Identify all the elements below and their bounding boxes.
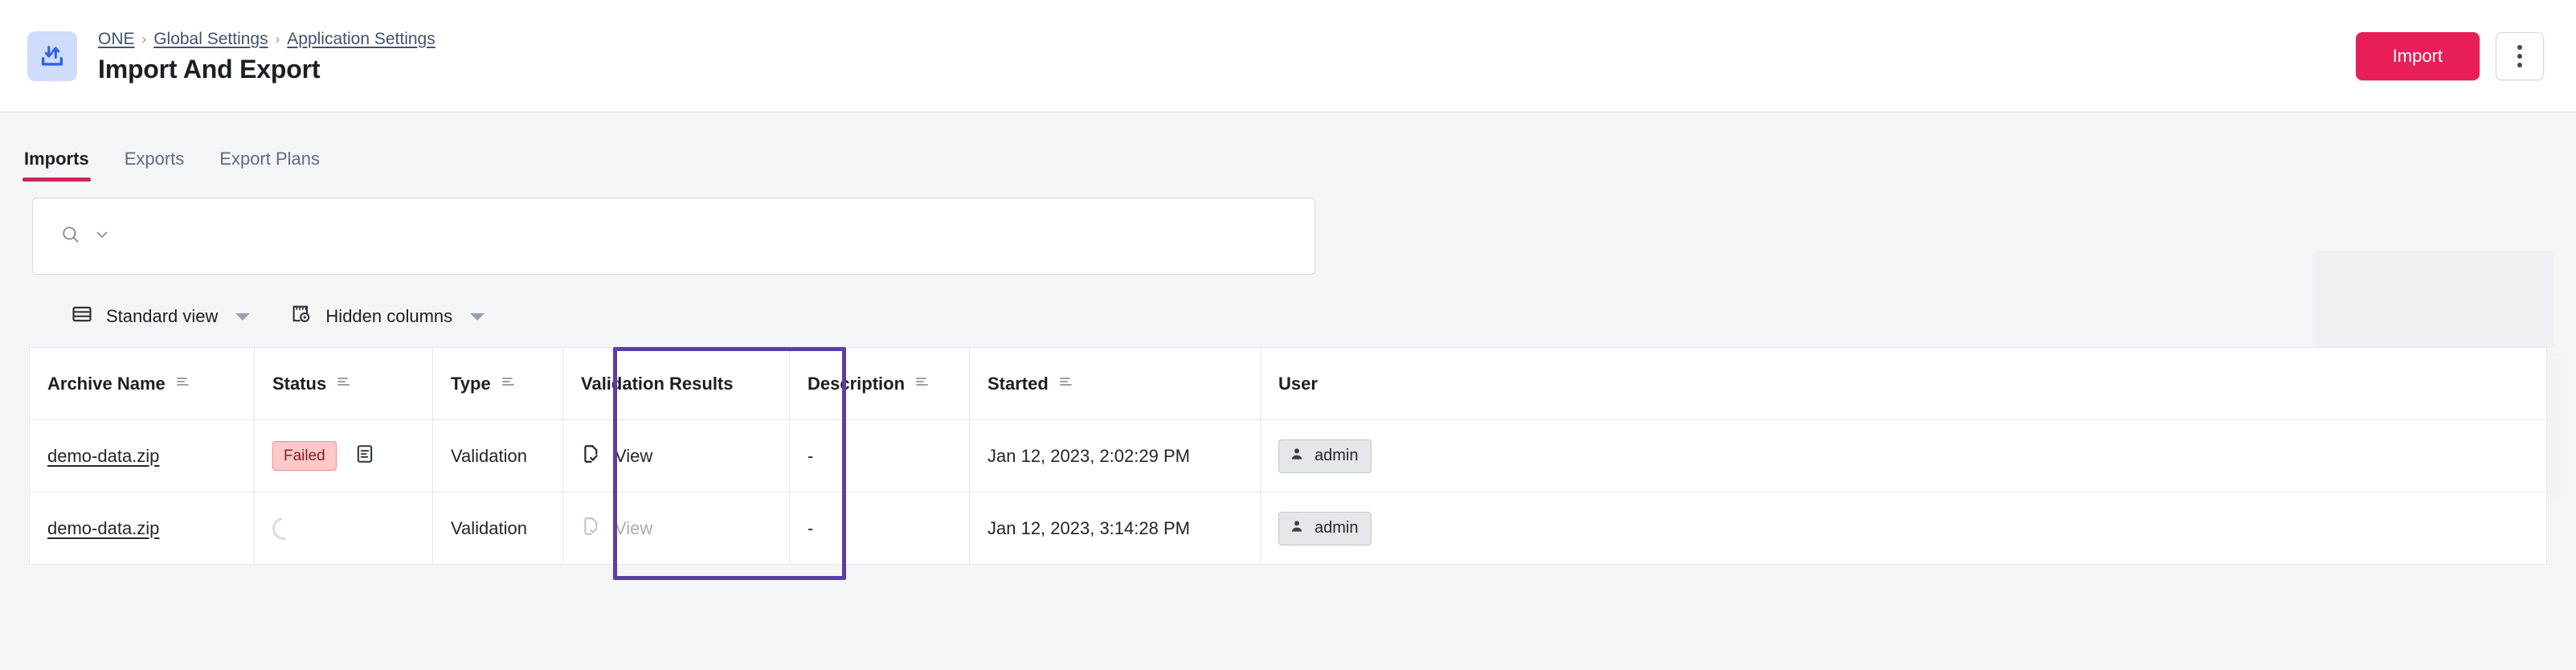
breadcrumb-item-application-settings[interactable]: Application Settings: [287, 29, 435, 50]
cell-validation-results: View: [563, 492, 790, 565]
column-header-label: User: [1278, 374, 1318, 394]
cell-description: -: [790, 492, 970, 565]
more-options-button[interactable]: [2496, 32, 2544, 80]
background-placeholder-panel: [2312, 251, 2554, 347]
hidden-columns-eye-icon: [290, 303, 313, 330]
person-icon: [1289, 446, 1305, 467]
table-row[interactable]: demo-data.zip Validation: [30, 492, 2547, 565]
user-name: admin: [1315, 447, 1358, 465]
tab-export-plans[interactable]: Export Plans: [218, 148, 321, 182]
log-details-icon[interactable]: [354, 443, 375, 469]
user-chip[interactable]: admin: [1278, 512, 1372, 545]
kebab-dot-icon: [2517, 54, 2522, 59]
search-area: [0, 182, 2576, 275]
column-header-label: Status: [272, 374, 326, 394]
person-icon: [1289, 518, 1305, 539]
hidden-columns-selector[interactable]: Hidden columns: [290, 303, 485, 330]
table-header: Archive Name Status: [30, 348, 2547, 420]
cell-started: Jan 12, 2023, 2:02:29 PM: [970, 420, 1261, 492]
title-block: ONE › Global Settings › Application Sett…: [98, 27, 435, 85]
page-header: ONE › Global Settings › Application Sett…: [0, 0, 2576, 112]
breadcrumb: ONE › Global Settings › Application Sett…: [98, 29, 435, 50]
hidden-columns-label: Hidden columns: [325, 306, 452, 327]
header-actions: Import: [2356, 32, 2544, 80]
user-name: admin: [1315, 519, 1358, 537]
column-header-user[interactable]: User: [1261, 348, 2547, 420]
sort-icon[interactable]: [914, 374, 930, 394]
cell-archive-name: demo-data.zip: [30, 420, 255, 492]
cell-started: Jan 12, 2023, 3:14:28 PM: [970, 492, 1261, 565]
column-header-label: Archive Name: [47, 374, 166, 394]
header-left-group: ONE › Global Settings › Application Sett…: [27, 27, 2356, 85]
cell-archive-name: demo-data.zip: [30, 492, 255, 565]
cell-status: Failed: [255, 420, 433, 492]
cell-description: -: [790, 420, 970, 492]
breadcrumb-item-global-settings[interactable]: Global Settings: [153, 29, 268, 50]
column-header-label: Validation Results: [581, 374, 734, 394]
column-header-status[interactable]: Status: [255, 348, 433, 420]
sort-icon[interactable]: [1058, 374, 1074, 394]
column-header-validation-results[interactable]: Validation Results: [563, 348, 790, 420]
page-title: Import And Export: [98, 53, 435, 85]
sort-icon[interactable]: [336, 374, 352, 394]
page-body: Imports Exports Export Plans: [0, 112, 2576, 670]
cell-validation-results: View: [563, 420, 790, 492]
column-header-label: Type: [451, 374, 491, 394]
import-export-icon: [27, 31, 77, 81]
kebab-dot-icon: [2517, 63, 2522, 67]
cell-status: [255, 492, 433, 565]
tab-exports[interactable]: Exports: [123, 148, 186, 182]
search-icon: [60, 224, 81, 249]
view-validation-results-link[interactable]: View: [581, 443, 771, 469]
search-input[interactable]: [126, 226, 1287, 247]
column-header-type[interactable]: Type: [433, 348, 563, 420]
cell-user: admin: [1261, 492, 2547, 565]
kebab-dot-icon: [2517, 45, 2522, 50]
tab-bar: Imports Exports Export Plans: [0, 112, 2576, 182]
breadcrumb-separator-icon: ›: [276, 29, 280, 50]
table-toolbar: Standard view Hidden columns: [0, 275, 2576, 336]
search-box[interactable]: [32, 198, 1315, 275]
cell-user: admin: [1261, 420, 2547, 492]
chevron-down-icon[interactable]: [92, 225, 112, 248]
tab-imports[interactable]: Imports: [22, 148, 91, 182]
cell-type: Validation: [433, 492, 563, 565]
view-label: View: [615, 518, 652, 539]
imports-table: Archive Name Status: [29, 347, 2547, 565]
sort-icon[interactable]: [175, 374, 191, 394]
table-row[interactable]: demo-data.zip Failed: [30, 420, 2547, 492]
document-check-icon: [581, 443, 602, 469]
breadcrumb-separator-icon: ›: [142, 29, 147, 50]
description-value: -: [808, 518, 813, 538]
column-header-label: Description: [808, 374, 905, 394]
column-header-archive-name[interactable]: Archive Name: [30, 348, 255, 420]
description-value: -: [808, 446, 813, 466]
standard-view-label: Standard view: [106, 306, 218, 327]
user-chip[interactable]: admin: [1278, 439, 1372, 473]
table-area: Archive Name Status: [0, 347, 2576, 565]
view-label: View: [615, 446, 652, 467]
archive-name-link[interactable]: demo-data.zip: [47, 518, 159, 538]
breadcrumb-item-one[interactable]: ONE: [98, 29, 135, 50]
column-header-started[interactable]: Started: [970, 348, 1261, 420]
sort-icon[interactable]: [501, 374, 517, 394]
cell-type: Validation: [433, 420, 563, 492]
chevron-down-icon: [235, 313, 250, 321]
column-header-label: Started: [987, 374, 1049, 394]
archive-name-link[interactable]: demo-data.zip: [47, 446, 159, 466]
status-badge: Failed: [272, 441, 337, 471]
table-header-row: Archive Name Status: [30, 348, 2547, 420]
import-button[interactable]: Import: [2356, 32, 2480, 80]
table-rows-icon: [71, 303, 93, 330]
standard-view-selector[interactable]: Standard view: [71, 303, 250, 330]
column-header-description[interactable]: Description: [790, 348, 970, 420]
loading-spinner-icon: [268, 513, 300, 544]
document-check-icon: [581, 516, 602, 541]
chevron-down-icon: [470, 313, 485, 321]
view-validation-results-link-disabled: View: [581, 516, 771, 541]
table-body: demo-data.zip Failed: [30, 420, 2547, 565]
